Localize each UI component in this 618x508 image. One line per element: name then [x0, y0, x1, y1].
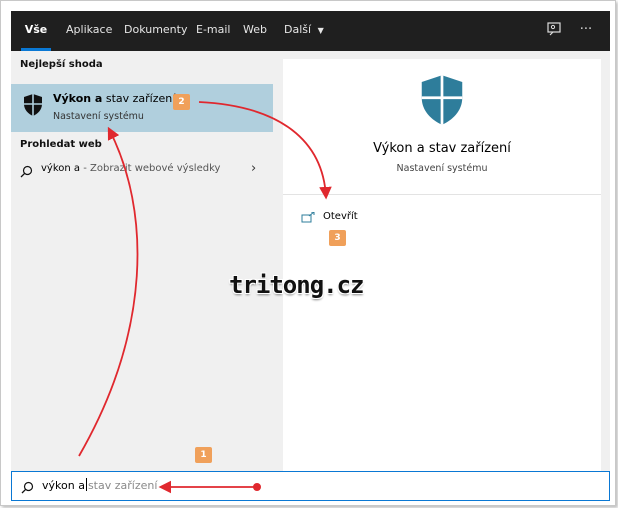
screenshot-frame: Vše Aplikace Dokumenty E-mail Web Další …: [0, 0, 616, 506]
watermark: tritong.cz: [229, 271, 364, 299]
arrow-search-to-result: [78, 126, 139, 457]
arrow-result-to-open: [198, 101, 332, 200]
step-badge-2: 2: [173, 94, 190, 110]
annotation-arrows: [78, 101, 332, 494]
step-badge-1: 1: [195, 447, 212, 463]
arrow-origin-dot: [253, 483, 261, 491]
step-badge-3: 3: [329, 230, 346, 246]
